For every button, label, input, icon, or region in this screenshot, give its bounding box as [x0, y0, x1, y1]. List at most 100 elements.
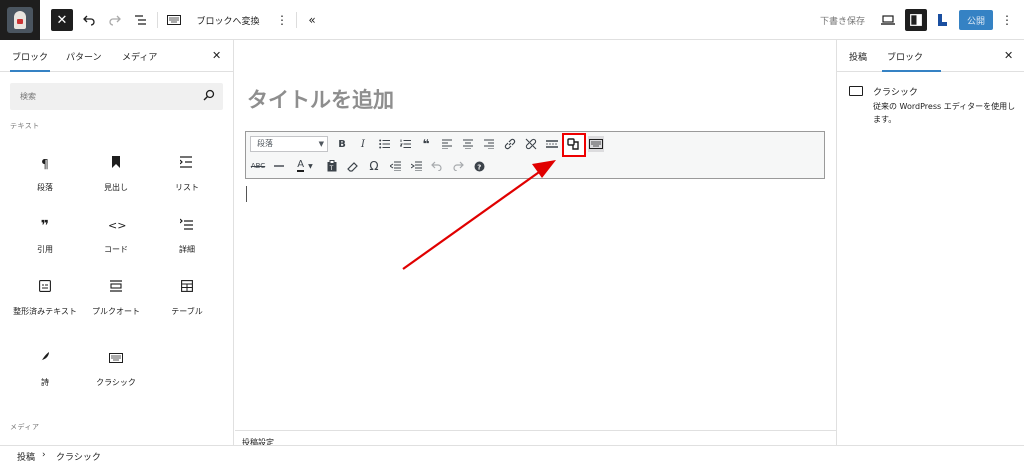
tab-patterns[interactable]: パターン — [66, 50, 102, 63]
preview-button[interactable] — [880, 9, 896, 31]
redo-icon[interactable] — [450, 158, 466, 174]
block-label: 段落 — [37, 183, 53, 192]
bold-icon[interactable]: B — [334, 136, 350, 152]
block-verse[interactable]: 詩 — [10, 351, 80, 411]
toolbar-divider — [157, 12, 158, 28]
svg-text:T: T — [329, 165, 334, 172]
breadcrumb: 投稿 › クラシック — [0, 445, 1024, 463]
post-title-input[interactable]: タイトルを追加 — [247, 84, 394, 114]
document-overview-button[interactable] — [132, 9, 150, 31]
sidebar-icon — [910, 14, 922, 26]
block-label: コード — [104, 245, 128, 254]
block-card-title: クラシック — [873, 88, 918, 98]
paragraph-icon: ¶ — [41, 157, 49, 171]
quote-icon: ❞ — [40, 218, 50, 234]
plugin-logo-icon — [938, 14, 947, 26]
category-media-label: メディア — [10, 423, 40, 431]
bookmark-icon — [108, 156, 124, 172]
save-draft-button[interactable]: 下書き保存 — [820, 14, 865, 27]
tab-block[interactable]: ブロック — [881, 50, 942, 72]
redo-icon — [109, 15, 121, 26]
tab-post[interactable]: 投稿 — [849, 50, 867, 63]
keyboard-icon — [167, 15, 181, 25]
toolbar-divider — [296, 12, 297, 28]
outdent-icon[interactable] — [387, 158, 403, 174]
block-card-description: 従来の WordPress エディターを使用します。 — [873, 102, 1016, 124]
classic-editor-content[interactable] — [245, 186, 825, 346]
link-icon[interactable] — [502, 136, 518, 152]
publish-button[interactable]: 公開 — [959, 10, 993, 30]
laptop-icon — [881, 15, 895, 25]
close-inserter-button[interactable]: ✕ — [51, 9, 73, 31]
list-icon — [179, 156, 195, 172]
more-options-icon[interactable]: ⋮ — [276, 9, 288, 31]
breadcrumb-item-post[interactable]: 投稿 — [17, 450, 35, 463]
block-code[interactable]: <> コード — [81, 218, 151, 278]
plugin-button[interactable] — [934, 9, 950, 31]
block-pullquote[interactable]: プルクオート — [81, 280, 151, 340]
block-quote[interactable]: ❞ 引用 — [10, 218, 80, 278]
convert-to-blocks-button[interactable]: ブロックへ変換 — [196, 9, 260, 31]
paste-text-icon[interactable]: T — [324, 158, 340, 174]
format-select[interactable]: 段落 ▼ — [250, 136, 328, 152]
site-logo[interactable] — [0, 0, 40, 40]
block-search-input[interactable]: 検索 — [10, 83, 223, 110]
search-icon — [203, 89, 215, 101]
block-list[interactable]: リスト — [152, 156, 222, 216]
block-label: プルクオート — [92, 307, 140, 316]
special-character-icon[interactable]: Ω — [366, 158, 382, 174]
block-label: 整形済みテキスト — [13, 307, 77, 316]
block-preformatted[interactable]: 整形済みテキスト — [10, 280, 80, 340]
text-color-icon[interactable]: A ▼ — [292, 158, 318, 174]
post-settings-panel: 投稿設定 — [235, 430, 836, 447]
undo-icon[interactable] — [429, 158, 445, 174]
numbered-list-icon[interactable] — [397, 136, 413, 152]
blockquote-icon[interactable]: ❝ — [418, 136, 434, 152]
site-icon — [7, 7, 33, 33]
chevron-right-icon: › — [42, 450, 46, 460]
settings-toggle-button[interactable] — [905, 9, 927, 31]
italic-icon[interactable]: I — [355, 136, 371, 152]
align-right-icon[interactable] — [481, 136, 497, 152]
collapse-toolbar-button[interactable]: « — [304, 9, 320, 31]
breadcrumb-item-classic[interactable]: クラシック — [56, 450, 101, 463]
keyboard-icon[interactable] — [588, 136, 604, 152]
horizontal-line-icon[interactable] — [271, 158, 287, 174]
block-label: 詳細 — [179, 245, 195, 254]
unlink-icon[interactable] — [523, 136, 539, 152]
format-select-value: 段落 — [257, 139, 273, 148]
classic-block-button[interactable] — [164, 9, 184, 31]
block-paragraph[interactable]: ¶ 段落 — [10, 156, 80, 216]
clear-formatting-icon[interactable] — [345, 158, 361, 174]
bullet-list-icon[interactable] — [376, 136, 392, 152]
block-details[interactable]: 詳細 — [152, 218, 222, 278]
redo-button[interactable] — [106, 9, 124, 31]
undo-icon — [83, 15, 95, 26]
inserter-tabs: ブロック パターン メディア ✕ — [0, 40, 234, 72]
toolbar-toggle-icon — [567, 138, 579, 150]
block-label: リスト — [175, 183, 199, 192]
block-label: テーブル — [171, 307, 203, 316]
indent-icon[interactable] — [408, 158, 424, 174]
preformatted-icon — [37, 280, 53, 296]
block-table[interactable]: テーブル — [152, 280, 222, 340]
block-classic[interactable]: クラシック — [81, 351, 151, 411]
close-icon[interactable]: ✕ — [1004, 49, 1013, 62]
undo-button[interactable] — [80, 9, 98, 31]
chevron-down-icon: ▼ — [318, 140, 324, 148]
verse-icon — [37, 351, 53, 367]
help-icon[interactable]: ? — [471, 158, 487, 174]
toolbar-toggle-button[interactable] — [562, 133, 586, 157]
close-icon[interactable]: ✕ — [212, 49, 221, 62]
block-label: クラシック — [96, 378, 136, 387]
align-center-icon[interactable] — [460, 136, 476, 152]
top-toolbar: ✕ ブロックへ変換 ⋮ « 下書き保存 公開 ⋮ — [0, 0, 1024, 40]
tab-media[interactable]: メディア — [122, 50, 157, 63]
list-view-icon — [135, 15, 146, 25]
read-more-icon[interactable] — [544, 136, 560, 152]
options-menu-icon[interactable]: ⋮ — [1001, 9, 1013, 31]
align-left-icon[interactable] — [439, 136, 455, 152]
strikethrough-icon[interactable]: ABC — [250, 158, 266, 174]
tab-blocks[interactable]: ブロック — [9, 50, 51, 72]
block-heading[interactable]: 見出し — [81, 156, 151, 216]
